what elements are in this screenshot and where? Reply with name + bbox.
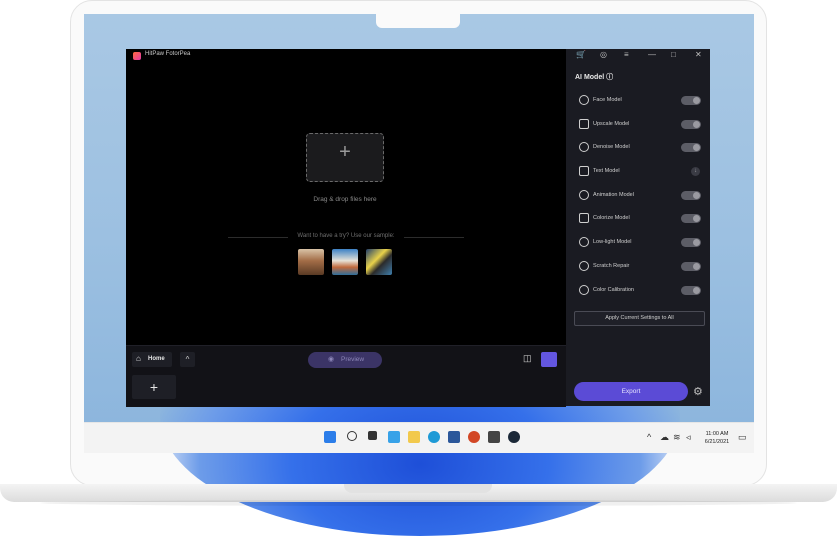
chevron-up-icon[interactable]: ^ xyxy=(647,432,651,442)
text-icon xyxy=(579,166,589,176)
add-file-button[interactable]: + xyxy=(132,375,176,399)
model-row-text[interactable]: Text Model ↓ xyxy=(579,165,703,179)
maximize-icon[interactable]: □ xyxy=(671,50,676,59)
animation-model-toggle[interactable] xyxy=(681,191,701,200)
compare-view-button[interactable] xyxy=(541,352,557,367)
download-icon[interactable]: ↓ xyxy=(691,167,700,176)
calibration-icon xyxy=(579,285,589,295)
scratch-repair-toggle[interactable] xyxy=(681,262,701,271)
clock-date[interactable]: 6/21/2021 xyxy=(700,439,734,445)
model-row-colorize[interactable]: Colorize Model xyxy=(579,212,703,226)
clock-time[interactable]: 11:00 AM xyxy=(700,431,734,437)
account-icon[interactable]: ◎ xyxy=(600,50,607,59)
camera-notch xyxy=(376,14,460,28)
title-bar xyxy=(126,49,566,63)
denoise-model-toggle[interactable] xyxy=(681,143,701,152)
laptop-hinge xyxy=(344,484,492,493)
steam-icon[interactable] xyxy=(508,431,520,443)
sample-thumbnail-portrait[interactable] xyxy=(298,249,324,275)
model-row-upscale[interactable]: Upscale Model xyxy=(579,118,703,132)
wifi-icon[interactable]: ≋ xyxy=(673,432,681,443)
model-label: Low-light Model xyxy=(593,239,632,245)
model-row-animation[interactable]: Animation Model xyxy=(579,189,703,203)
store-icon[interactable] xyxy=(488,431,500,443)
cloud-icon[interactable]: ☁ xyxy=(660,432,669,443)
home-icon: ⌂ xyxy=(136,354,141,363)
ai-model-title: AI Model ⓘ xyxy=(575,74,614,81)
sample-prompt: Want to have a try? Use our sample: xyxy=(297,233,395,239)
upscale-icon xyxy=(579,119,589,129)
volume-icon[interactable]: ◃ xyxy=(686,432,691,443)
edge-icon[interactable] xyxy=(428,431,440,443)
drop-zone-label: Drag & drop files here xyxy=(313,196,377,203)
model-label: Upscale Model xyxy=(593,121,630,127)
model-label: Animation Model xyxy=(593,192,634,198)
upscale-model-toggle[interactable] xyxy=(681,120,701,129)
word-icon[interactable] xyxy=(448,431,460,443)
laptop-shadow xyxy=(40,500,797,506)
model-row-calibration[interactable]: Color Calibration xyxy=(579,284,703,298)
notification-icon[interactable]: ▭ xyxy=(738,432,747,443)
model-label: Scratch Repair xyxy=(593,263,630,269)
windows-start-icon[interactable] xyxy=(324,431,336,443)
face-icon xyxy=(579,95,589,105)
colorize-model-toggle[interactable] xyxy=(681,214,701,223)
face-model-toggle[interactable] xyxy=(681,96,701,105)
model-label: Face Model xyxy=(593,97,622,103)
model-label: Color Calibration xyxy=(593,287,634,293)
apply-settings-button[interactable]: Apply Current Settings to All xyxy=(574,311,705,326)
cart-icon[interactable]: 🛒 xyxy=(576,50,586,59)
sample-thumbnail-coast[interactable] xyxy=(332,249,358,275)
plus-icon: + xyxy=(339,141,351,163)
split-view-icon[interactable]: ◫ xyxy=(523,353,535,365)
model-row-face[interactable]: Face Model xyxy=(579,94,703,108)
model-label: Text Model xyxy=(593,168,620,174)
color-calibration-toggle[interactable] xyxy=(681,286,701,295)
animation-icon xyxy=(579,190,589,200)
sample-thumbnail-anime[interactable] xyxy=(366,249,392,275)
minimize-icon[interactable]: — xyxy=(648,50,656,59)
widgets-icon[interactable] xyxy=(388,431,400,443)
model-row-scratch[interactable]: Scratch Repair xyxy=(579,260,703,274)
home-label: Home xyxy=(148,356,165,362)
close-icon[interactable]: ✕ xyxy=(695,50,702,59)
model-label: Denoise Model xyxy=(593,144,630,150)
model-row-denoise[interactable]: Denoise Model xyxy=(579,141,703,155)
scratch-icon xyxy=(579,261,589,271)
preview-label: Preview xyxy=(341,356,365,363)
chevron-up-button[interactable]: ^ xyxy=(180,352,195,367)
eye-icon: ◉ xyxy=(328,356,335,363)
export-button[interactable]: Export xyxy=(574,382,688,401)
low-light-icon xyxy=(579,237,589,247)
model-label: Colorize Model xyxy=(593,215,630,221)
menu-icon[interactable]: ≡ xyxy=(624,50,629,59)
colorize-icon xyxy=(579,213,589,223)
app-title: HitPaw FotorPea xyxy=(145,51,191,57)
model-row-low-light[interactable]: Low-light Model xyxy=(579,236,703,250)
search-icon[interactable] xyxy=(347,431,357,441)
app-logo-icon xyxy=(133,52,141,60)
task-view-icon[interactable] xyxy=(368,431,377,440)
denoise-icon xyxy=(579,142,589,152)
powerpoint-icon[interactable] xyxy=(468,431,480,443)
file-explorer-icon[interactable] xyxy=(408,431,420,443)
gear-icon[interactable]: ⚙ xyxy=(693,385,703,398)
low-light-model-toggle[interactable] xyxy=(681,238,701,247)
